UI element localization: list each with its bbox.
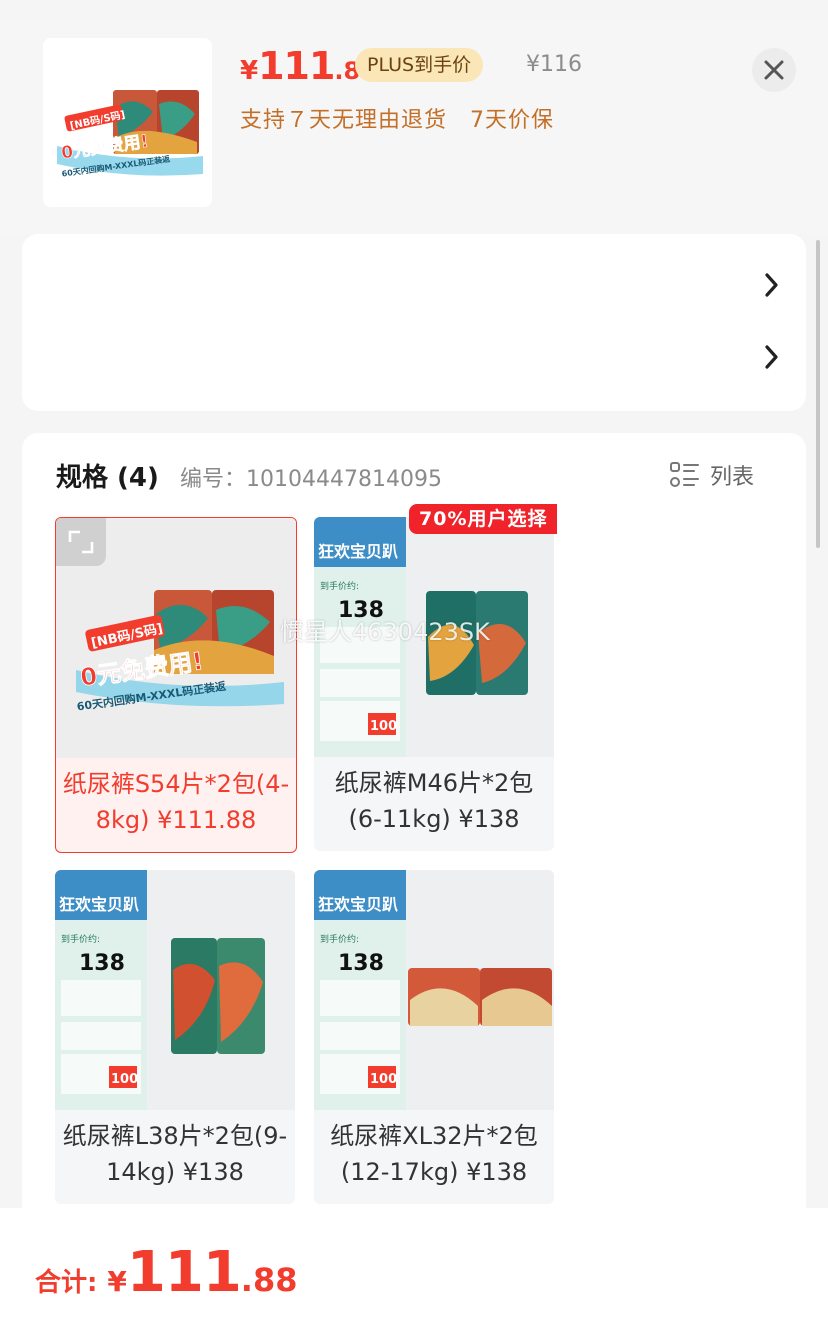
promo-banner: 狂欢宝贝趴	[59, 895, 139, 914]
promo-coupon-value: 100	[370, 1072, 397, 1087]
list-view-label: 列表	[710, 465, 755, 490]
expand-button[interactable]	[56, 518, 106, 566]
bottom-total-bar: 合计: ¥ 111 .88	[0, 1208, 828, 1321]
total-currency: ¥	[107, 1265, 127, 1298]
spec-title: 规格 (4)	[56, 463, 159, 493]
popular-choice-badge: 70%用户选择	[409, 504, 558, 534]
promo-coupon-value: 100	[111, 1072, 138, 1087]
sku-selector-sheet: [NB码/S码] 0元免费用! 60天内回购M-XXXL码正装返 ¥ 111 .…	[0, 0, 828, 1321]
product-thumbnail-image: [NB码/S码] 0元免费用! 60天内回购M-XXXL码正装返	[43, 38, 212, 207]
sku-label: 纸尿裤S54片*2包(4-8kg) ¥111.88	[62, 770, 290, 834]
sku-image-graphic: 狂欢宝贝趴 到手价约: 138 100	[55, 870, 295, 1110]
total-integer: 111	[126, 1240, 242, 1305]
sku-header: [NB码/S码] 0元免费用! 60天内回购M-XXXL码正装返 ¥ 111 .…	[0, 18, 828, 234]
sku-label: 纸尿裤L38片*2包(9-14kg) ¥138	[62, 1122, 288, 1186]
close-button[interactable]	[752, 48, 796, 92]
sku-image-graphic: 狂欢宝贝趴 到手价约: 138 100	[314, 870, 554, 1110]
sku-option-s54[interactable]: [NB码/S码] 0元免费用! 60天内回购M-XXXL码正装返 纸尿裤S54片…	[55, 517, 297, 853]
promo-row-1[interactable]	[22, 252, 806, 324]
total-price: 合计: ¥ 111 .88	[35, 1240, 297, 1305]
promo-price-value: 138	[79, 951, 125, 976]
total-label: 合计:	[35, 1268, 98, 1298]
promo-card	[22, 234, 806, 411]
promo-price-value: 138	[338, 951, 384, 976]
close-icon	[764, 60, 784, 80]
promo-banner: 狂欢宝贝趴	[318, 895, 398, 914]
promo-price-caption: 到手价约:	[320, 933, 359, 945]
total-decimal: .88	[240, 1261, 298, 1299]
chevron-right-icon	[765, 273, 778, 297]
sku-label: 纸尿裤M46片*2包(6-11kg) ¥138	[334, 769, 534, 833]
promo-banner: 狂欢宝贝趴	[318, 542, 398, 561]
price-integer: 111	[258, 44, 335, 88]
product-thumbnail[interactable]: [NB码/S码] 0元免费用! 60天内回购M-XXXL码正装返	[43, 38, 212, 207]
spec-code: 编号：10104447814095	[180, 461, 442, 493]
sheet-top	[0, 0, 828, 18]
spec-code-label: 编号：	[180, 467, 247, 492]
sku-image: 狂欢宝贝趴 到手价约: 138 100	[314, 870, 554, 1110]
list-view-icon	[670, 462, 699, 487]
original-price: ¥116	[526, 52, 582, 77]
expand-icon	[68, 530, 94, 554]
sku-image: 狂欢宝贝趴 到手价约: 138 100	[55, 870, 295, 1110]
chevron-right-icon	[765, 345, 778, 369]
plus-price-badge: PLUS到手价	[355, 48, 484, 82]
sku-option-l38[interactable]: 狂欢宝贝趴 到手价约: 138 100 纸尿裤L38片*2包(9-14kg) ¥…	[55, 870, 295, 1204]
list-view-toggle[interactable]: 列表	[670, 459, 754, 491]
promo-coupon-value: 100	[370, 719, 397, 734]
promo-price-caption: 到手价约:	[61, 933, 100, 945]
sku-option-m46[interactable]: 狂欢宝贝趴 到手价约: 138 100 纸尿裤M46片*2包(6-11kg) ¥…	[314, 517, 554, 851]
promo-row-2[interactable]	[22, 324, 806, 396]
scrollbar[interactable]	[816, 240, 820, 548]
spec-code-value: 10104447814095	[246, 467, 442, 492]
service-guarantee: 支持７天无理由退货 7天价保	[240, 108, 554, 133]
watermark: 惯星人4630423SK	[280, 618, 490, 646]
sku-option-xl32[interactable]: 狂欢宝贝趴 到手价约: 138 100 纸尿裤XL32片*2包(12-17kg)…	[314, 870, 554, 1204]
promo-price-caption: 到手价约:	[320, 580, 359, 592]
price-currency: ¥	[240, 56, 259, 86]
sku-label: 纸尿裤XL32片*2包(12-17kg) ¥138	[330, 1122, 538, 1186]
